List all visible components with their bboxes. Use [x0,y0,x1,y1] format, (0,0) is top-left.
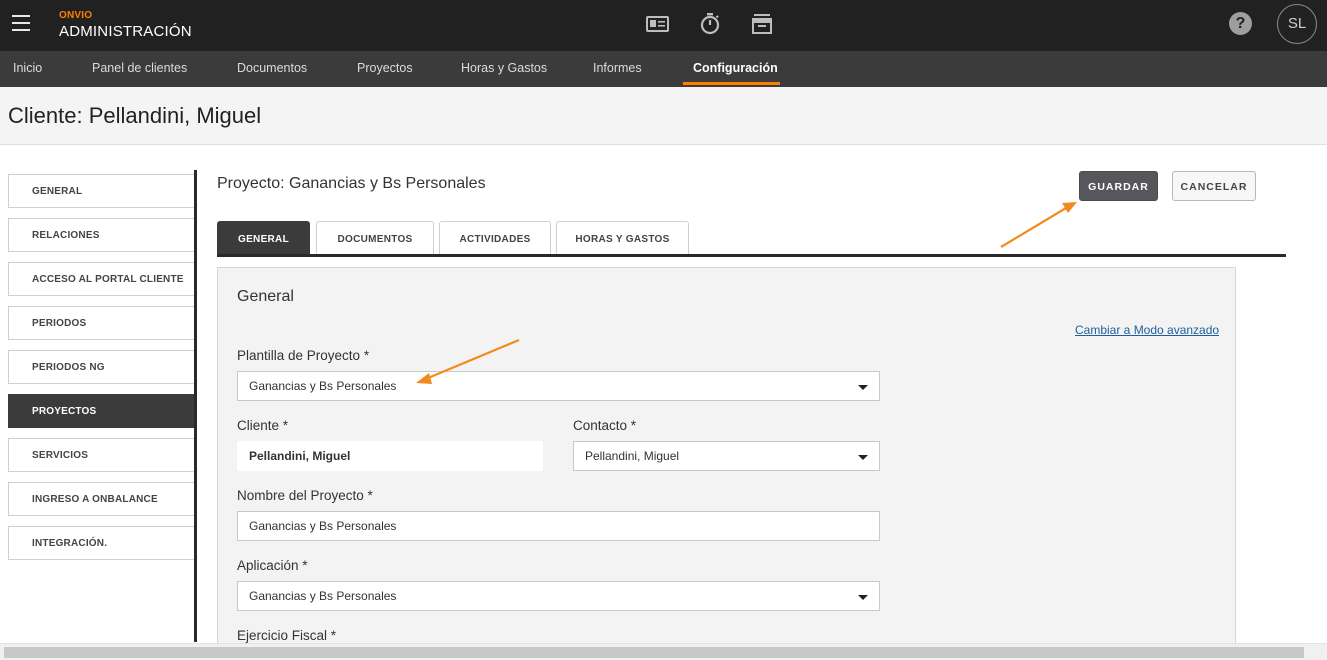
client-label: Cliente * [237,418,289,433]
brand[interactable]: ONVIO ADMINISTRACIÓN [59,10,192,42]
brand-product: ONVIO [59,10,93,21]
id-card-icon[interactable] [645,11,671,37]
sidebar-divider [194,170,197,642]
archive-box-icon[interactable] [749,11,775,37]
chevron-down-icon [858,595,868,600]
advanced-mode-link[interactable]: Cambiar a Modo avanzado [1075,323,1219,337]
sidebar-item-servicios[interactable]: SERVICIOS [8,438,195,472]
page-header: Cliente: Pellandini, Miguel [0,87,1327,145]
main-nav: Inicio Panel de clientes Documentos Proy… [0,51,1327,87]
contact-select[interactable]: Pellandini, Miguel [573,441,880,471]
client-value: Pellandini, Miguel [249,449,351,463]
page-title: Cliente: Pellandini, Miguel [8,103,262,128]
brand-module: ADMINISTRACIÓN [59,23,192,40]
tab-baseline [217,254,1286,257]
section-title: General [237,288,294,305]
tab-horas-y-gastos[interactable]: HORAS Y GASTOS [556,221,689,255]
horizontal-scrollbar[interactable] [0,643,1327,660]
cancel-button[interactable]: CANCELAR [1172,171,1256,201]
template-select[interactable]: Ganancias y Bs Personales [237,371,880,401]
nav-item-inicio[interactable]: Inicio [13,51,42,87]
template-select-value: Ganancias y Bs Personales [249,379,397,393]
hamburger-menu-icon[interactable] [12,15,30,31]
project-title: Proyecto: Ganancias y Bs Personales [217,175,486,192]
application-select-value: Ganancias y Bs Personales [249,589,397,603]
sidebar-item-periodos-ng[interactable]: PERIODOS NG [8,350,195,384]
application-label: Aplicación * [237,558,308,573]
template-label: Plantilla de Proyecto * [237,348,370,363]
nav-item-proyectos[interactable]: Proyectos [357,51,413,87]
project-name-input[interactable]: Ganancias y Bs Personales [237,511,880,541]
chevron-down-icon [858,455,868,460]
nav-item-horas-y-gastos[interactable]: Horas y Gastos [461,51,547,87]
help-icon[interactable]: ? [1229,12,1252,35]
save-annotation-arrowhead [1062,202,1077,213]
stopwatch-icon[interactable] [697,11,723,37]
client-field: Pellandini, Miguel [237,441,543,471]
avatar[interactable]: SL [1277,4,1317,44]
tab-documentos[interactable]: DOCUMENTOS [316,221,434,255]
sidebar-item-acceso-portal[interactable]: ACCESO AL PORTAL CLIENTE [8,262,195,296]
fiscal-year-label: Ejercicio Fiscal * [237,628,337,643]
chevron-down-icon [858,385,868,390]
save-annotation-arrow [1000,207,1067,248]
application-select[interactable]: Ganancias y Bs Personales [237,581,880,611]
project-name-label: Nombre del Proyecto * [237,488,373,503]
sidebar-item-proyectos[interactable]: PROYECTOS [8,394,195,428]
sidebar-item-periodos[interactable]: PERIODOS [8,306,195,340]
tab-actividades[interactable]: ACTIVIDADES [439,221,551,255]
sidebar-item-general[interactable]: GENERAL [8,174,195,208]
sidebar-item-ingreso-onbalance[interactable]: INGRESO A ONBALANCE [8,482,195,516]
top-bar: ONVIO ADMINISTRACIÓN ? SL [0,0,1327,51]
tab-general[interactable]: GENERAL [217,221,310,255]
nav-item-informes[interactable]: Informes [593,51,642,87]
contact-label: Contacto * [573,418,637,433]
nav-item-panel-de-clientes[interactable]: Panel de clientes [92,51,187,87]
save-button[interactable]: GUARDAR [1079,171,1158,201]
sidebar-item-relaciones[interactable]: RELACIONES [8,218,195,252]
nav-item-documentos[interactable]: Documentos [237,51,307,87]
project-name-value: Ganancias y Bs Personales [249,519,397,533]
scrollbar-thumb[interactable] [4,647,1304,658]
active-nav-indicator [683,82,780,85]
sidebar-item-integracion[interactable]: INTEGRACIÓN. [8,526,195,560]
contact-select-value: Pellandini, Miguel [585,449,680,463]
